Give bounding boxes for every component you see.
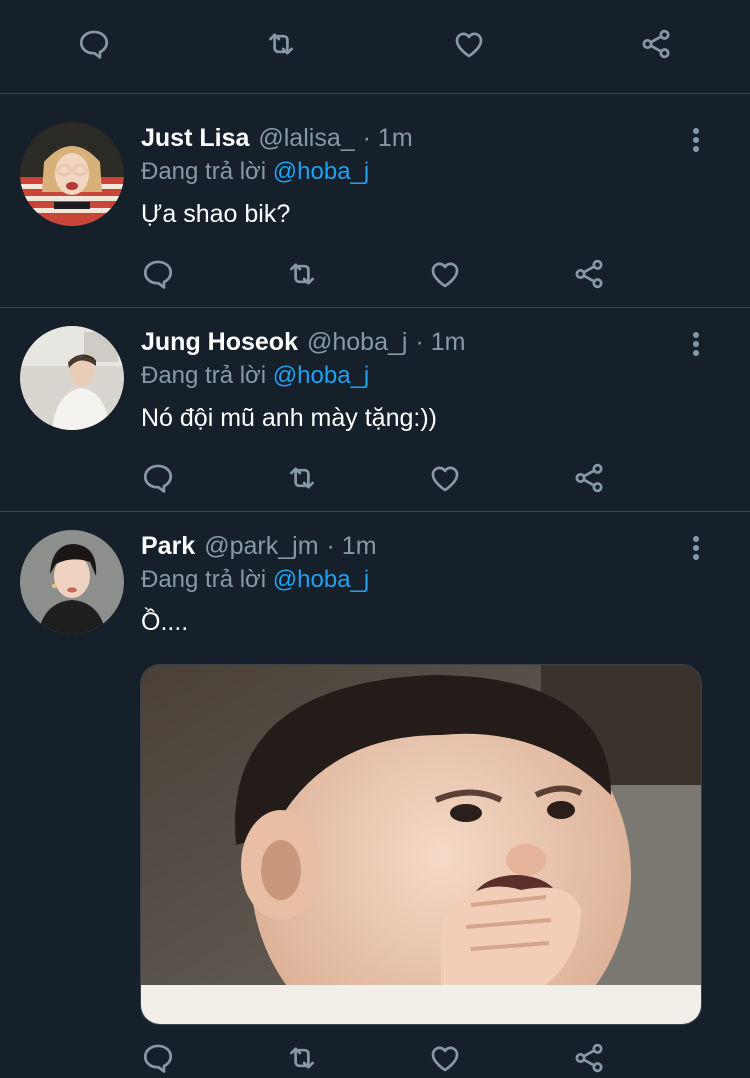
reply-tweet-hoseok[interactable]: Jung Hoseok @hoba_j · 1m Đang trả lời @h… (0, 326, 750, 508)
handle[interactable]: @lalisa_ (258, 124, 354, 153)
display-name[interactable]: Just Lisa (141, 124, 249, 153)
more-vertical-icon[interactable] (684, 534, 708, 562)
share-icon[interactable] (571, 460, 607, 496)
divider (0, 307, 750, 308)
replying-prefix: Đang trả lời (141, 362, 267, 389)
avatar[interactable] (20, 326, 124, 430)
reply-icon[interactable] (140, 1040, 176, 1076)
avatar[interactable] (20, 530, 124, 634)
replying-to: Đang trả lời @hoba_j (141, 158, 369, 186)
display-name[interactable]: Jung Hoseok (141, 328, 298, 357)
tweet-media-image[interactable] (140, 664, 702, 1025)
heart-icon[interactable] (451, 26, 487, 62)
mention-link[interactable]: @hoba_j (273, 566, 369, 593)
tweet-text: Ựa shao bik? (141, 200, 291, 228)
handle[interactable]: @park_jm (204, 532, 318, 561)
avatar[interactable] (20, 122, 124, 226)
tweet-text: Nó đội mũ anh mày tặng:)) (141, 404, 437, 432)
replying-prefix: Đang trả lời (141, 566, 267, 593)
timestamp: · 1m (326, 532, 377, 560)
timestamp: · 1m (415, 328, 466, 356)
retweet-icon[interactable] (284, 1040, 320, 1076)
more-vertical-icon[interactable] (684, 330, 708, 358)
timestamp: · 1m (362, 124, 413, 152)
mention-link[interactable]: @hoba_j (273, 362, 369, 389)
share-icon[interactable] (571, 256, 607, 292)
reply-icon[interactable] (140, 256, 176, 292)
replying-to: Đang trả lời @hoba_j (141, 362, 369, 390)
more-vertical-icon[interactable] (684, 126, 708, 154)
handle[interactable]: @hoba_j (307, 328, 407, 357)
heart-icon[interactable] (427, 256, 463, 292)
mention-link[interactable]: @hoba_j (273, 158, 369, 185)
reply-tweet-lisa[interactable]: Just Lisa @lalisa_ · 1m Đang trả lời @ho… (0, 122, 750, 304)
reply-icon[interactable] (76, 26, 112, 62)
divider (0, 93, 750, 94)
heart-icon[interactable] (427, 460, 463, 496)
replying-to: Đang trả lời @hoba_j (141, 566, 369, 594)
retweet-icon[interactable] (284, 256, 320, 292)
retweet-icon[interactable] (263, 26, 299, 62)
retweet-icon[interactable] (284, 460, 320, 496)
share-icon[interactable] (638, 26, 674, 62)
replying-prefix: Đang trả lời (141, 158, 267, 185)
divider (0, 511, 750, 512)
top-tweet-action-bar (0, 22, 750, 68)
heart-icon[interactable] (427, 1040, 463, 1076)
reply-icon[interactable] (140, 460, 176, 496)
tweet-text: Ồ.... (141, 608, 189, 636)
share-icon[interactable] (571, 1040, 607, 1076)
display-name[interactable]: Park (141, 532, 195, 561)
